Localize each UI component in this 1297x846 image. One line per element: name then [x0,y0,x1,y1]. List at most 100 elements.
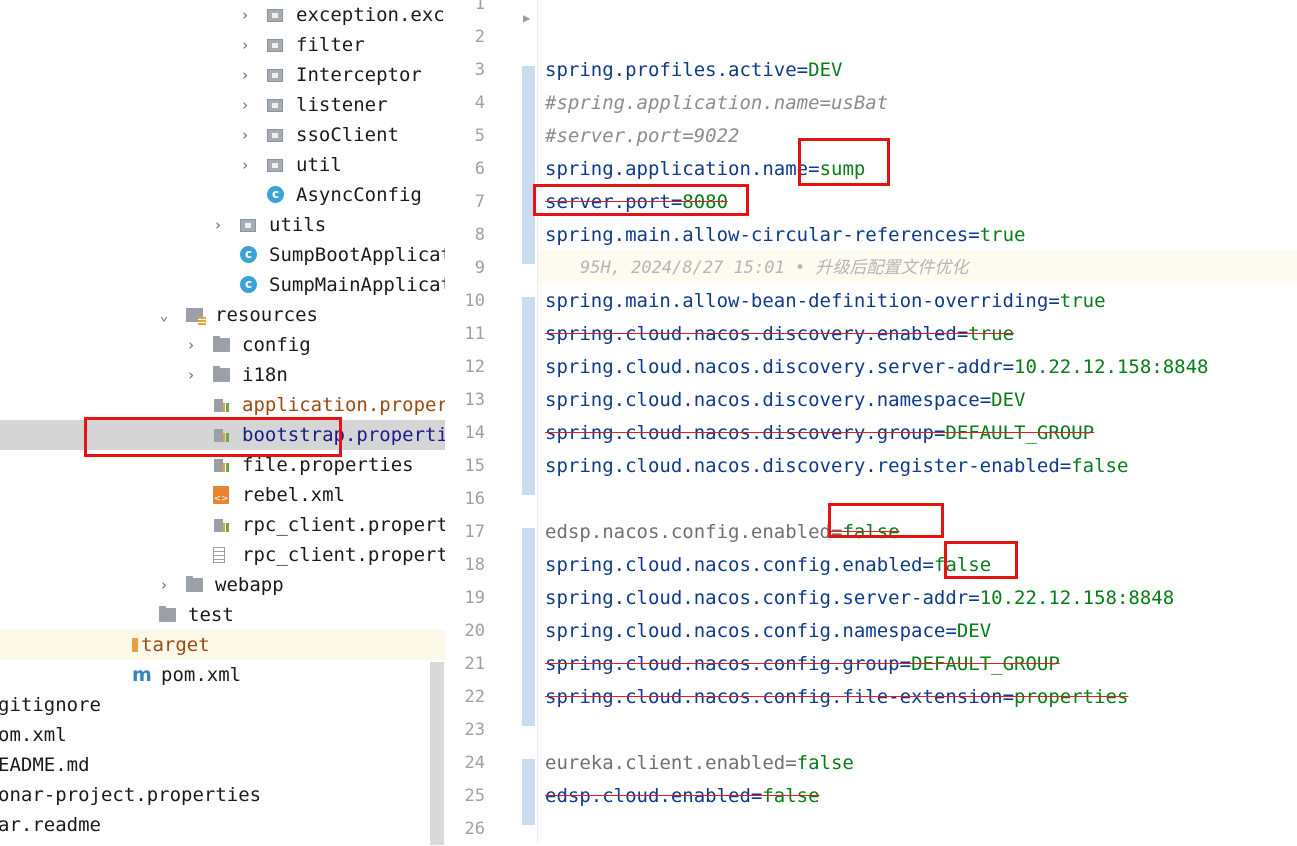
tree-item-label: gitignore [0,694,101,716]
line-number: 5 [474,126,485,146]
tree-item[interactable]: › Interceptor [0,60,445,90]
equals-sign: = [785,752,797,774]
code-line[interactable]: spring.cloud.nacos.discovery.enabled=tru… [545,318,1014,351]
vcs-change-marker[interactable] [522,528,535,726]
tree-item[interactable]: › config [0,330,445,360]
line-number: 9 [474,258,485,278]
tree-item[interactable]: › webapp [0,570,445,600]
code-line[interactable]: edsp.nacos.config.enabled=false [545,516,900,549]
tree-item[interactable]: › exception.exceptionHandle [0,0,445,30]
comment-text: #server.port=9022 [545,125,740,147]
tree-item[interactable]: rpc_client.properties.j2 [0,540,445,570]
tree-item[interactable]: <> rebel.xml [0,480,445,510]
chevron-right-icon[interactable]: › [237,0,253,30]
property-key: spring.application.name [545,158,809,180]
equals-sign: = [933,422,946,444]
tree-item[interactable]: rpc_client.properties [0,510,445,540]
tree-item-label: rpc_client.properties.j2 [242,544,445,566]
line-number: 26 [464,819,485,839]
property-value: false [933,554,992,576]
vcs-change-marker[interactable] [522,297,535,495]
chevron-right-icon[interactable]: › [210,210,226,240]
run-gutter-icon[interactable]: ▶ [523,11,530,25]
tree-item[interactable]: › util [0,150,445,180]
code-line[interactable]: spring.cloud.nacos.discovery.group=DEFAU… [545,417,1094,450]
tree-item[interactable]: ⌄ resources [0,300,445,330]
tree-item[interactable]: EADME.md [0,750,445,780]
line-number: 14 [464,423,485,443]
tree-item[interactable]: m pom.xml [0,660,445,690]
equals-sign: = [968,587,980,609]
tree-item[interactable]: c AsyncConfig [0,180,445,210]
property-key: server.port [545,191,671,213]
line-number: 18 [464,555,485,575]
chevron-right-icon[interactable]: › [237,120,253,150]
tree-item[interactable]: › ssoClient [0,120,445,150]
tree-item[interactable]: c SumpBootApplication [0,240,445,270]
vcs-change-marker[interactable] [522,759,535,825]
tree-item[interactable]: ar.readme [0,810,445,840]
code-line[interactable]: spring.cloud.nacos.discovery.server-addr… [545,351,1208,384]
property-value: false [796,752,854,774]
code-line[interactable]: spring.profiles.active=DEV [545,54,842,87]
code-line[interactable]: #server.port=9022 [545,120,739,153]
property-value: true [979,224,1026,246]
property-key: eureka.client.enabled [545,752,786,774]
code-line[interactable]: spring.cloud.nacos.config.server-addr=10… [545,582,1174,615]
code-line[interactable]: #spring.application.name=usBat [545,87,888,120]
tree-item[interactable]: om.xml [0,720,445,750]
code-line[interactable]: spring.cloud.nacos.config.file-extension… [545,681,1128,714]
line-number: 15 [464,456,485,476]
code-line[interactable]: spring.application.name=sump [545,153,865,186]
chevron-down-icon[interactable]: ⌄ [156,300,172,330]
code-line[interactable]: eureka.client.enabled=false [545,747,854,780]
code-line[interactable]: spring.cloud.nacos.config.namespace=DEV [545,615,991,648]
property-value: DEV [808,59,843,81]
code-line[interactable]: spring.cloud.nacos.discovery.register-en… [545,450,1128,483]
code-editor[interactable]: ▶ 1 2 3 4 5 6 7 8 9 10 11 12 13 14 15 16 17 18 19 20 21 22 23 2… [445,0,1297,845]
chevron-right-icon[interactable]: › [237,150,253,180]
chevron-right-icon[interactable]: › [237,60,253,90]
vcs-change-marker[interactable] [522,66,535,264]
code-line[interactable]: spring.cloud.nacos.discovery.namespace=D… [545,384,1025,417]
code-line[interactable]: server.port=8080 [545,186,728,219]
properties-file-icon [213,427,229,443]
project-tree[interactable]: › exception.exceptionHandle › filter › Interc… [0,0,445,845]
tree-item[interactable]: test [0,600,445,630]
code-line[interactable]: edsp.cloud.enabled=false [545,780,820,813]
tree-item-label: EADME.md [0,754,90,776]
tree-item[interactable]: file.properties [0,450,445,480]
line-number: 8 [474,225,485,245]
code-line[interactable]: spring.cloud.nacos.config.enabled=false [545,549,991,582]
tree-item-label: rebel.xml [242,484,345,506]
package-icon [267,69,283,82]
tree-item[interactable]: target [0,630,445,660]
code-line[interactable]: 95H, 2024/8/27 15:01 • 升级后配置文件优化 [580,252,968,285]
tree-item[interactable]: bootstrap.properties [0,420,445,450]
line-number: 19 [464,588,485,608]
property-key: spring.cloud.nacos.discovery.enabled [545,323,957,345]
code-line[interactable]: spring.main.allow-circular-references=tr… [545,219,1025,252]
tree-item[interactable]: › utils [0,210,445,240]
chevron-right-icon[interactable]: › [183,330,199,360]
line-number: 7 [474,192,485,212]
chevron-right-icon[interactable]: › [156,570,172,600]
tree-item-label: test [188,604,234,626]
tree-item[interactable]: gitignore [0,690,445,720]
tree-item[interactable]: c SumpMainApplication [0,270,445,300]
target-folder-icon [132,638,138,652]
property-value: 10.22.12.158:8848 [1014,356,1209,378]
chevron-right-icon[interactable]: › [237,90,253,120]
tree-item-label: webapp [215,574,284,596]
code-line[interactable]: spring.main.allow-bean-definition-overri… [545,285,1106,318]
chevron-right-icon[interactable]: › [237,30,253,60]
tree-scrollbar[interactable] [430,662,444,845]
tree-item[interactable]: onar-project.properties [0,780,445,810]
tree-item[interactable]: › listener [0,90,445,120]
tree-item[interactable]: › i18n [0,360,445,390]
tree-item[interactable]: › filter [0,30,445,60]
line-number: 2 [474,27,485,47]
chevron-right-icon[interactable]: › [183,360,199,390]
code-line[interactable]: spring.cloud.nacos.config.group=DEFAULT_… [545,648,1060,681]
tree-item[interactable]: application.properties [0,390,445,420]
